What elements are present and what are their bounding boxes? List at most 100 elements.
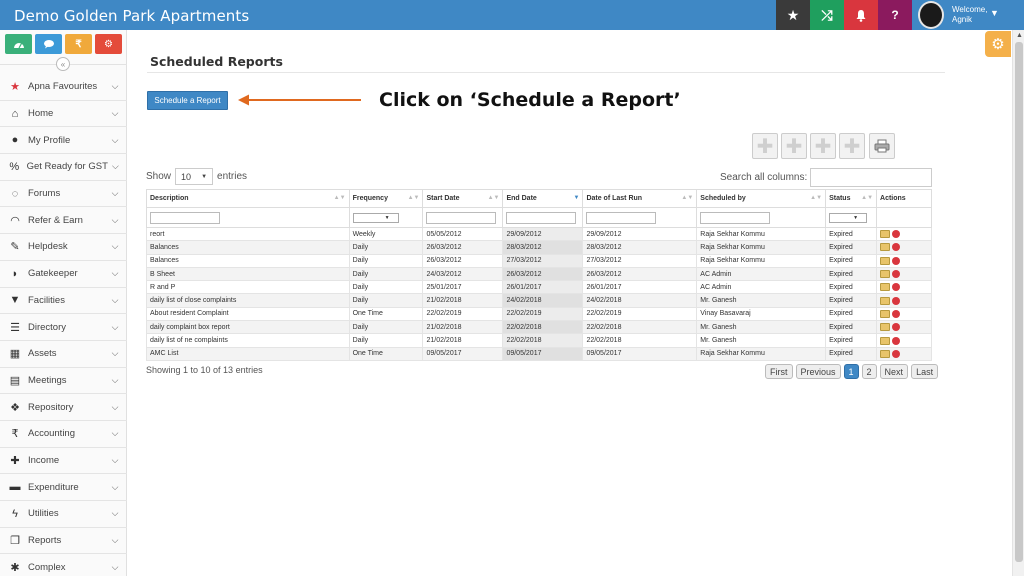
sidebar-item-utilities[interactable]: ϟ Utilities ⌵ [0,501,127,528]
help-icon[interactable]: ? [878,0,912,30]
edit-icon[interactable] [880,283,891,292]
delete-icon[interactable] [892,296,901,305]
column-header-frequency[interactable]: Frequency ▲▼ [348,189,424,208]
edit-icon[interactable] [880,256,891,265]
delete-icon[interactable] [892,230,901,239]
column-header-status[interactable]: Status ▲▼ [825,189,878,208]
edit-icon[interactable] [880,270,891,279]
filter-description-input[interactable] [150,211,220,224]
table-cell[interactable]: Mr. Ganesh [696,320,827,335]
table-cell: 09/05/2017 [502,346,584,361]
sidebar-item-gatekeeper[interactable]: ◗ Gatekeeper ⌵ [0,261,127,288]
table-cell[interactable]: AC Admin [696,266,827,282]
column-header-start-date[interactable]: Start Date ▲▼ [422,189,504,208]
row-actions [876,253,932,268]
user-menu[interactable]: Welcome, Agnik ▼ [912,0,1012,30]
schedule-report-button[interactable]: Schedule a Report [147,91,228,110]
star-icon[interactable]: ★ [776,0,810,30]
delete-icon[interactable] [892,270,901,279]
column-header-end-date[interactable]: End Date ▼ [502,189,584,208]
filter-scheduled-by-input[interactable] [700,211,771,224]
table-cell: Daily [348,253,424,268]
app-brand[interactable]: Demo Golden Park Apartments [14,7,249,25]
search-input[interactable] [810,168,933,187]
puzzle-icon[interactable]: ✚ [781,133,807,159]
sidebar-item-home[interactable]: ⌂ Home ⌵ [0,101,127,128]
delete-icon[interactable] [892,283,901,292]
sidebar-item-apna-favourites[interactable]: ★ Apna Favourites ⌵ [0,74,127,101]
sidebar-item-assets[interactable]: ▦ Assets ⌵ [0,341,127,368]
delete-icon[interactable] [892,309,901,318]
scrollbar-thumb[interactable] [1015,42,1023,562]
delete-icon[interactable] [892,256,901,265]
sidebar-item-meetings[interactable]: ▤ Meetings ⌵ [0,368,127,395]
delete-icon[interactable] [892,336,901,345]
filter-frequency-select[interactable]: ▼ [352,212,399,223]
edit-icon[interactable] [880,349,891,358]
column-header-description[interactable]: Description ▲▼ [146,189,350,208]
table-cell[interactable]: Raja Sekhar Kommu [696,240,827,255]
page-last-button[interactable]: Last [911,364,939,379]
sidebar-item-expenditure[interactable]: ▬ Expenditure ⌵ [0,474,127,501]
dashboard-icon[interactable] [5,34,32,54]
collapse-sidebar-button[interactable]: « [56,57,70,71]
delete-icon[interactable] [892,349,901,358]
edit-icon[interactable] [880,230,891,239]
edit-icon[interactable] [880,296,891,305]
table-cell: 26/01/2017 [582,280,698,295]
chat-icon[interactable] [35,34,62,54]
table-cell[interactable]: Vinay Basavaraj [696,306,827,322]
table-cell[interactable]: AC Admin [696,280,827,295]
sidebar-item-income[interactable]: ✚ Income ⌵ [0,448,127,475]
sidebar-item-facilities[interactable]: ▼ Facilities ⌵ [0,288,127,315]
bell-icon[interactable] [844,0,878,30]
table-cell[interactable]: Raja Sekhar Kommu [696,226,827,242]
table-cell[interactable]: Raja Sekhar Kommu [696,253,827,268]
edit-icon[interactable] [880,336,891,345]
puzzle-icon[interactable]: ✚ [810,133,836,159]
table-cell: Balances [146,240,350,255]
vertical-scrollbar[interactable]: ▲ ▼ [1012,30,1024,576]
scroll-up-icon[interactable]: ▲ [1016,32,1023,39]
sidebar-item-forums[interactable]: ◌ Forums ⌵ [0,181,127,208]
puzzle-icon[interactable]: ✚ [839,133,865,159]
page-2-button[interactable]: 2 [861,364,877,379]
sidebar-item-helpdesk[interactable]: ✎ Helpdesk ⌵ [0,234,127,261]
edit-icon[interactable] [880,323,891,332]
shuffle-icon[interactable]: ⤮ [810,0,844,30]
page-first-button[interactable]: First [765,364,793,379]
sidebar-item-my-profile[interactable]: ● My Profile ⌵ [0,127,127,155]
puzzle-icon[interactable]: ✚ [752,133,778,159]
table-cell: AMC List [146,346,350,361]
column-header-last-run[interactable]: Date of Last Run ▲▼ [582,189,698,208]
filter-last-run-input[interactable] [586,211,657,224]
filter-status-select[interactable]: ▼ [829,212,868,223]
table-cell[interactable]: Mr. Ganesh [696,293,827,308]
table-cell[interactable]: Raja Sekhar Kommu [696,346,827,361]
sidebar-item-directory[interactable]: ☰ Directory ⌵ [0,314,127,341]
filter-end-date-input[interactable] [506,211,577,224]
edit-icon[interactable] [880,243,891,252]
print-icon[interactable] [869,133,895,159]
table-row: Balances Daily 26/03/2012 28/03/2012 28/03/2… [146,240,932,255]
column-header-scheduled-by[interactable]: Scheduled by ▲▼ [696,189,827,208]
sidebar-item-repository[interactable]: ❖ Repository ⌵ [0,394,127,421]
sidebar-item-accounting[interactable]: ₹ Accounting ⌵ [0,421,127,448]
sidebar-item-refer-earn[interactable]: ◠ Refer & Earn ⌵ [0,207,127,235]
table-cell[interactable]: Mr. Ganesh [696,333,827,348]
filter-start-date-input[interactable] [426,211,497,224]
page-previous-button[interactable]: Previous [795,364,841,379]
settings-icon[interactable]: ⚙ [95,34,122,54]
sidebar-item-reports[interactable]: ❐ Reports ⌵ [0,528,127,555]
delete-icon[interactable] [892,243,901,252]
sidebar-item-gst[interactable]: % Get Ready for GST ⌵ [0,154,127,181]
page-1-button[interactable]: 1 [843,364,859,379]
edit-icon[interactable] [880,309,891,318]
page-next-button[interactable]: Next [879,364,909,379]
forum-icon: ◌ [11,187,19,200]
entries-select[interactable]: 10 ▼ [175,168,214,185]
sort-desc-icon: ▼ [573,195,580,201]
rupee-icon[interactable]: ₹ [65,34,92,54]
sidebar-item-complex[interactable]: ✱ Complex ⌵ [0,554,127,576]
delete-icon[interactable] [892,323,901,332]
